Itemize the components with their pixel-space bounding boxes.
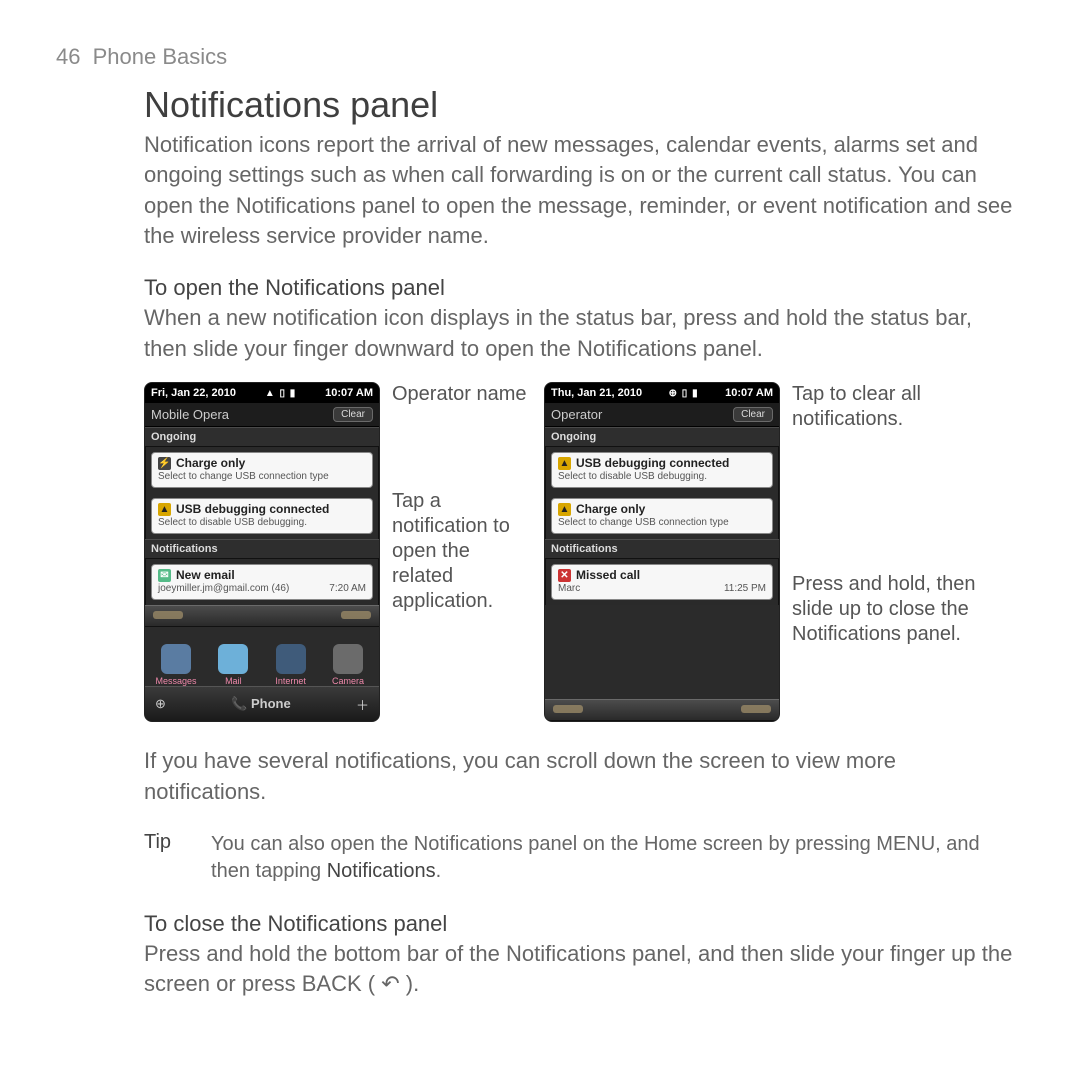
notif-title: USB debugging connected	[176, 502, 329, 516]
status-time: 10:07 AM	[325, 387, 373, 399]
apps-button[interactable]: ⊕	[155, 696, 166, 712]
app-messages[interactable]: Messages	[153, 644, 199, 686]
notification-item[interactable]: ▲ USB debugging connected Select to disab…	[551, 452, 773, 488]
note-close: Press and hold, then slide up to close t…	[792, 572, 992, 647]
status-time: 10:07 AM	[725, 387, 773, 399]
tip-text: You can also open the Notifications pane…	[211, 831, 1004, 885]
app-mail[interactable]: Mail	[210, 644, 256, 686]
operator-name: Operator	[551, 407, 602, 422]
after-figure-text: If you have several notifications, you c…	[56, 746, 1024, 807]
phone-screenshot-2: Thu, Jan 21, 2010 ⊕ ▯ ▮ 10:07 AM Operato…	[544, 382, 780, 722]
status-date: Fri, Jan 22, 2010	[151, 387, 236, 399]
bottom-bar: ⊕ 📞 Phone ＋	[145, 686, 379, 721]
back-icon: ↶	[381, 971, 399, 996]
status-bar: Thu, Jan 21, 2010 ⊕ ▯ ▮ 10:07 AM	[545, 383, 779, 403]
ongoing-header: Ongoing	[145, 427, 379, 447]
warning-icon: ▲	[158, 503, 171, 516]
panel-handle[interactable]	[145, 605, 379, 627]
notification-item[interactable]: ⚡ Charge only Select to change USB connec…	[151, 452, 373, 488]
notif-sub: Marc	[558, 583, 580, 594]
phone-button[interactable]: 📞 Phone	[231, 696, 291, 712]
mail-icon: ✉	[158, 569, 171, 582]
note-clear: Tap to clear all notifications.	[792, 382, 992, 432]
operator-row: Mobile Opera Clear	[145, 403, 379, 427]
home-screen: Messages Mail Internet Camera	[145, 627, 379, 686]
panel-handle[interactable]	[545, 699, 779, 721]
notif-title: Missed call	[576, 568, 640, 582]
notif-sub: Select to change USB connection type	[158, 471, 329, 482]
messages-icon	[161, 644, 191, 674]
notif-title: Charge only	[176, 456, 245, 470]
clear-button[interactable]: Clear	[333, 407, 373, 422]
notif-title: USB debugging connected	[576, 456, 729, 470]
tip-label: Tip	[144, 831, 171, 885]
notifications-header: Notifications	[545, 539, 779, 559]
operator-name: Mobile Opera	[151, 407, 229, 422]
section-intro-text: Notification icons report the arrival of…	[56, 130, 1024, 251]
app-camera[interactable]: Camera	[325, 644, 371, 686]
note-operator: Operator name	[392, 382, 532, 407]
notif-sub: Select to disable USB debugging.	[158, 517, 307, 528]
operator-row: Operator Clear	[545, 403, 779, 427]
page-number: 46	[56, 44, 80, 69]
ongoing-header: Ongoing	[545, 427, 779, 447]
mail-app-icon	[218, 644, 248, 674]
close-text: Press and hold the bottom bar of the Not…	[56, 939, 1024, 1000]
open-text: When a new notification icon displays in…	[56, 303, 1024, 364]
notification-item[interactable]: ▲ USB debugging connected Select to disab…	[151, 498, 373, 534]
status-icons: ⊕ ▯ ▮	[669, 388, 699, 399]
page-header: 46 Phone Basics	[56, 44, 1024, 70]
internet-icon	[276, 644, 306, 674]
clear-button[interactable]: Clear	[733, 407, 773, 422]
status-bar: Fri, Jan 22, 2010 ▲ ▯ ▮ 10:07 AM	[145, 383, 379, 403]
usb-icon: ⚡	[158, 457, 171, 470]
notif-sub: Select to change USB connection type	[558, 517, 729, 528]
phone-screenshot-1: Fri, Jan 22, 2010 ▲ ▯ ▮ 10:07 AM Mobile …	[144, 382, 380, 722]
open-heading: To open the Notifications panel	[56, 275, 1024, 301]
notifications-header: Notifications	[145, 539, 379, 559]
figure-notes-left: Operator name Tap a notification to open…	[392, 382, 532, 722]
notif-title: Charge only	[576, 502, 645, 516]
notification-item[interactable]: ✉ New email joeymiller.jm@gmail.com (46) 7…	[151, 564, 373, 600]
notif-time: 11:25 PM	[724, 583, 766, 594]
app-internet[interactable]: Internet	[268, 644, 314, 686]
figure: Fri, Jan 22, 2010 ▲ ▯ ▮ 10:07 AM Mobile …	[56, 382, 1024, 722]
notification-item[interactable]: ▲ Charge only Select to change USB connec…	[551, 498, 773, 534]
figure-notes-right: Tap to clear all notifications. Press an…	[792, 382, 992, 722]
status-icons: ▲ ▯ ▮	[265, 388, 296, 399]
notif-time: 7:20 AM	[329, 583, 366, 594]
section-title: Notifications panel	[56, 84, 1024, 126]
notif-title: New email	[176, 568, 235, 582]
status-date: Thu, Jan 21, 2010	[551, 387, 642, 399]
notif-sub: joeymiller.jm@gmail.com (46)	[158, 583, 289, 594]
add-button[interactable]: ＋	[356, 695, 369, 714]
close-heading: To close the Notifications panel	[56, 911, 1024, 937]
camera-icon	[333, 644, 363, 674]
missed-call-icon: ✕	[558, 569, 571, 582]
warning-icon: ▲	[558, 503, 571, 516]
note-tap: Tap a notification to open the related a…	[392, 489, 532, 614]
notification-item[interactable]: ✕ Missed call Marc 11:25 PM	[551, 564, 773, 600]
warning-icon: ▲	[558, 457, 571, 470]
chapter-title: Phone Basics	[93, 44, 228, 69]
tip-row: Tip You can also open the Notifications …	[56, 831, 1024, 885]
notif-sub: Select to disable USB debugging.	[558, 471, 707, 482]
